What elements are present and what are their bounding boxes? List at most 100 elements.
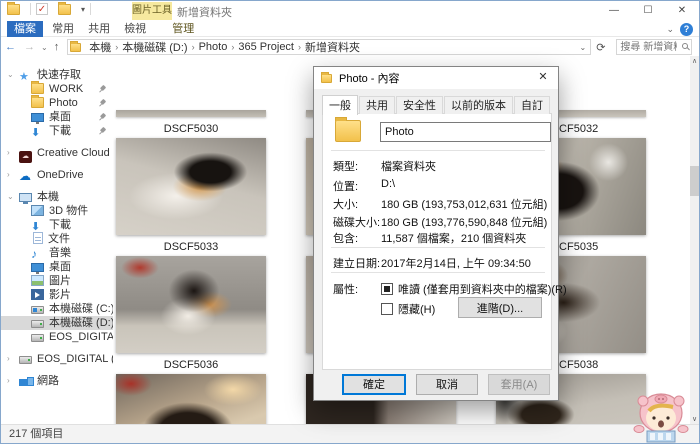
address-dropdown-icon[interactable]: ⌄	[580, 43, 589, 52]
file-item[interactable]: DSCF5036	[116, 256, 266, 371]
field-label: 位置:	[333, 181, 359, 193]
maximize-button[interactable]: ☐	[631, 1, 665, 21]
folder-icon[interactable]	[58, 1, 71, 15]
history-dropdown-icon[interactable]: ⌄	[39, 43, 50, 52]
computer-icon	[19, 193, 32, 204]
sidebar-item-onedrive[interactable]: › ☁ OneDrive	[1, 168, 113, 182]
field-value: D:\	[381, 178, 396, 190]
scroll-up-icon[interactable]: ∧	[690, 56, 699, 68]
sidebar-item-this-pc[interactable]: ⌄ 本機	[1, 190, 113, 204]
advanced-button[interactable]: 進階(D)...	[458, 297, 542, 318]
thumbnail-partial[interactable]	[116, 110, 266, 117]
chevron-down-icon[interactable]: ▾	[81, 5, 85, 14]
tab-manage[interactable]: 管理	[167, 21, 199, 37]
sidebar-item-photo[interactable]: Photo	[1, 95, 113, 110]
refresh-icon[interactable]: ⟳	[591, 41, 610, 54]
breadcrumb[interactable]: 本機 › 本機磁碟 (D:) › Photo › 365 Project › 新…	[67, 39, 592, 55]
sidebar-item-eos-digital[interactable]: ›EOS_DIGITAL (G:)	[1, 352, 113, 366]
chevron-icon[interactable]: ›	[7, 168, 10, 182]
sidebar-item-desktop-qa[interactable]: 桌面	[1, 110, 113, 124]
tab-file[interactable]: 檔案	[7, 21, 43, 37]
chevron-icon[interactable]: ⌄	[7, 190, 14, 204]
sidebar-item-drive-d[interactable]: 本機磁碟 (D:)	[1, 316, 113, 330]
breadcrumb-item[interactable]: 365 Project	[235, 41, 297, 53]
help-icon[interactable]: ?	[680, 22, 693, 36]
readonly-checkbox[interactable]	[381, 283, 393, 295]
readonly-label: 唯讀 (僅套用到資料夾中的檔案)(R)	[398, 284, 567, 296]
folder-icon[interactable]	[7, 1, 20, 15]
dialog-footer: 確定 取消 套用(A)	[314, 368, 558, 400]
vertical-scrollbar[interactable]: ∧ ∨	[690, 56, 699, 426]
close-button[interactable]: ✕	[665, 1, 699, 21]
chevron-icon[interactable]: ›	[7, 374, 10, 388]
tab-security[interactable]: 安全性	[396, 96, 443, 114]
sidebar-item-quick-access[interactable]: ⌄ ★ 快速存取	[1, 68, 113, 83]
breadcrumb-item[interactable]: Photo	[196, 41, 231, 53]
field-value: 檔案資料夾	[381, 161, 436, 173]
attributes-label: 屬性:	[333, 284, 359, 296]
chevron-icon[interactable]: ›	[7, 146, 10, 160]
window-title: 新增資料夾	[177, 7, 232, 19]
chevron-icon[interactable]: ⌄	[7, 68, 14, 82]
tab-view[interactable]: 檢視	[119, 21, 151, 37]
sidebar-item-network[interactable]: › 網路	[1, 374, 113, 388]
folder-name-field[interactable]	[380, 122, 551, 142]
chevron-icon[interactable]: ›	[7, 352, 10, 366]
drive-icon	[31, 320, 44, 328]
check-icon[interactable]: ✓	[36, 3, 48, 15]
sidebar-item-pictures[interactable]: 圖片	[1, 274, 113, 288]
ribbon-collapse-icon[interactable]: ⌄	[666, 24, 674, 35]
tab-home[interactable]: 常用	[47, 21, 79, 37]
up-button[interactable]: ↑	[50, 41, 64, 53]
creative-cloud-icon: ☁	[19, 151, 32, 163]
divider	[331, 150, 545, 151]
tab-general[interactable]: 一般	[322, 95, 358, 115]
sidebar-item-videos[interactable]: 影片	[1, 288, 113, 302]
tab-sharing[interactable]: 共用	[359, 96, 395, 114]
breadcrumb-item[interactable]: 新增資料夾	[302, 39, 363, 55]
thumbnail[interactable]	[116, 138, 266, 235]
scrollbar-thumb[interactable]	[690, 166, 699, 196]
picture-icon	[31, 275, 44, 286]
file-item[interactable]: DSCF5033	[116, 138, 266, 253]
sidebar-item-downloads[interactable]: ⬇ 下載	[1, 218, 113, 233]
thumbnail[interactable]	[116, 256, 266, 353]
pin-icon	[96, 97, 107, 108]
sidebar-item-documents[interactable]: 文件	[1, 232, 113, 246]
ok-button[interactable]: 確定	[342, 373, 406, 395]
thumbnail[interactable]	[116, 374, 266, 426]
file-item[interactable]: DSCF5030	[116, 56, 266, 135]
search-input[interactable]	[617, 40, 692, 54]
field-value: 2017年2月14日, 上午 09:34:50	[381, 258, 531, 270]
tab-share[interactable]: 共用	[83, 21, 115, 37]
sidebar-item-downloads-qa[interactable]: ⬇ 下載	[1, 124, 113, 139]
sidebar-item-desktop[interactable]: 桌面	[1, 260, 113, 274]
dialog-close-icon[interactable]: ✕	[528, 67, 558, 88]
file-item[interactable]: DSCF5039	[116, 374, 266, 426]
breadcrumb-item[interactable]: 本機磁碟 (D:)	[119, 39, 190, 55]
sidebar-item-drive-c[interactable]: 本機磁碟 (C:)	[1, 302, 113, 316]
address-bar: ← → ⌄ ↑ 本機 › 本機磁碟 (D:) › Photo › 365 Pro…	[1, 38, 699, 56]
sidebar-item-creative-cloud[interactable]: ›☁Creative Cloud Files	[1, 146, 113, 163]
hidden-checkbox[interactable]	[381, 303, 393, 315]
file-name: DSCF5030	[163, 123, 219, 135]
minimize-button[interactable]: —	[597, 1, 631, 21]
tab-customize[interactable]: 自訂	[514, 96, 550, 114]
folder-icon	[70, 40, 82, 52]
field-label: 磁碟大小:	[333, 217, 381, 229]
search-box[interactable]	[616, 39, 693, 55]
cancel-button[interactable]: 取消	[416, 373, 478, 395]
file-name: DSCF5036	[163, 359, 219, 371]
sidebar-item-drive-g[interactable]: EOS_DIGITAL (G:)	[1, 330, 113, 344]
forward-button[interactable]: →	[20, 41, 39, 53]
sidebar-item-work[interactable]: WORK	[1, 81, 113, 96]
tab-previous-versions[interactable]: 以前的版本	[444, 96, 513, 114]
breadcrumb-item[interactable]: 本機	[86, 39, 114, 55]
divider	[331, 272, 545, 273]
navigation-pane: ⌄ ★ 快速存取 WORK Photo 桌面 ⬇ 下載 › ☁ Creative Clou…	[1, 56, 113, 426]
apply-button[interactable]: 套用(A)	[488, 373, 550, 395]
dialog-title-bar: Photo - 內容 ✕	[314, 67, 558, 89]
back-button[interactable]: ←	[1, 41, 20, 53]
sidebar-item-3d-objects[interactable]: 3D 物件	[1, 204, 113, 218]
sidebar-item-music[interactable]: ♪ 音樂	[1, 246, 113, 260]
